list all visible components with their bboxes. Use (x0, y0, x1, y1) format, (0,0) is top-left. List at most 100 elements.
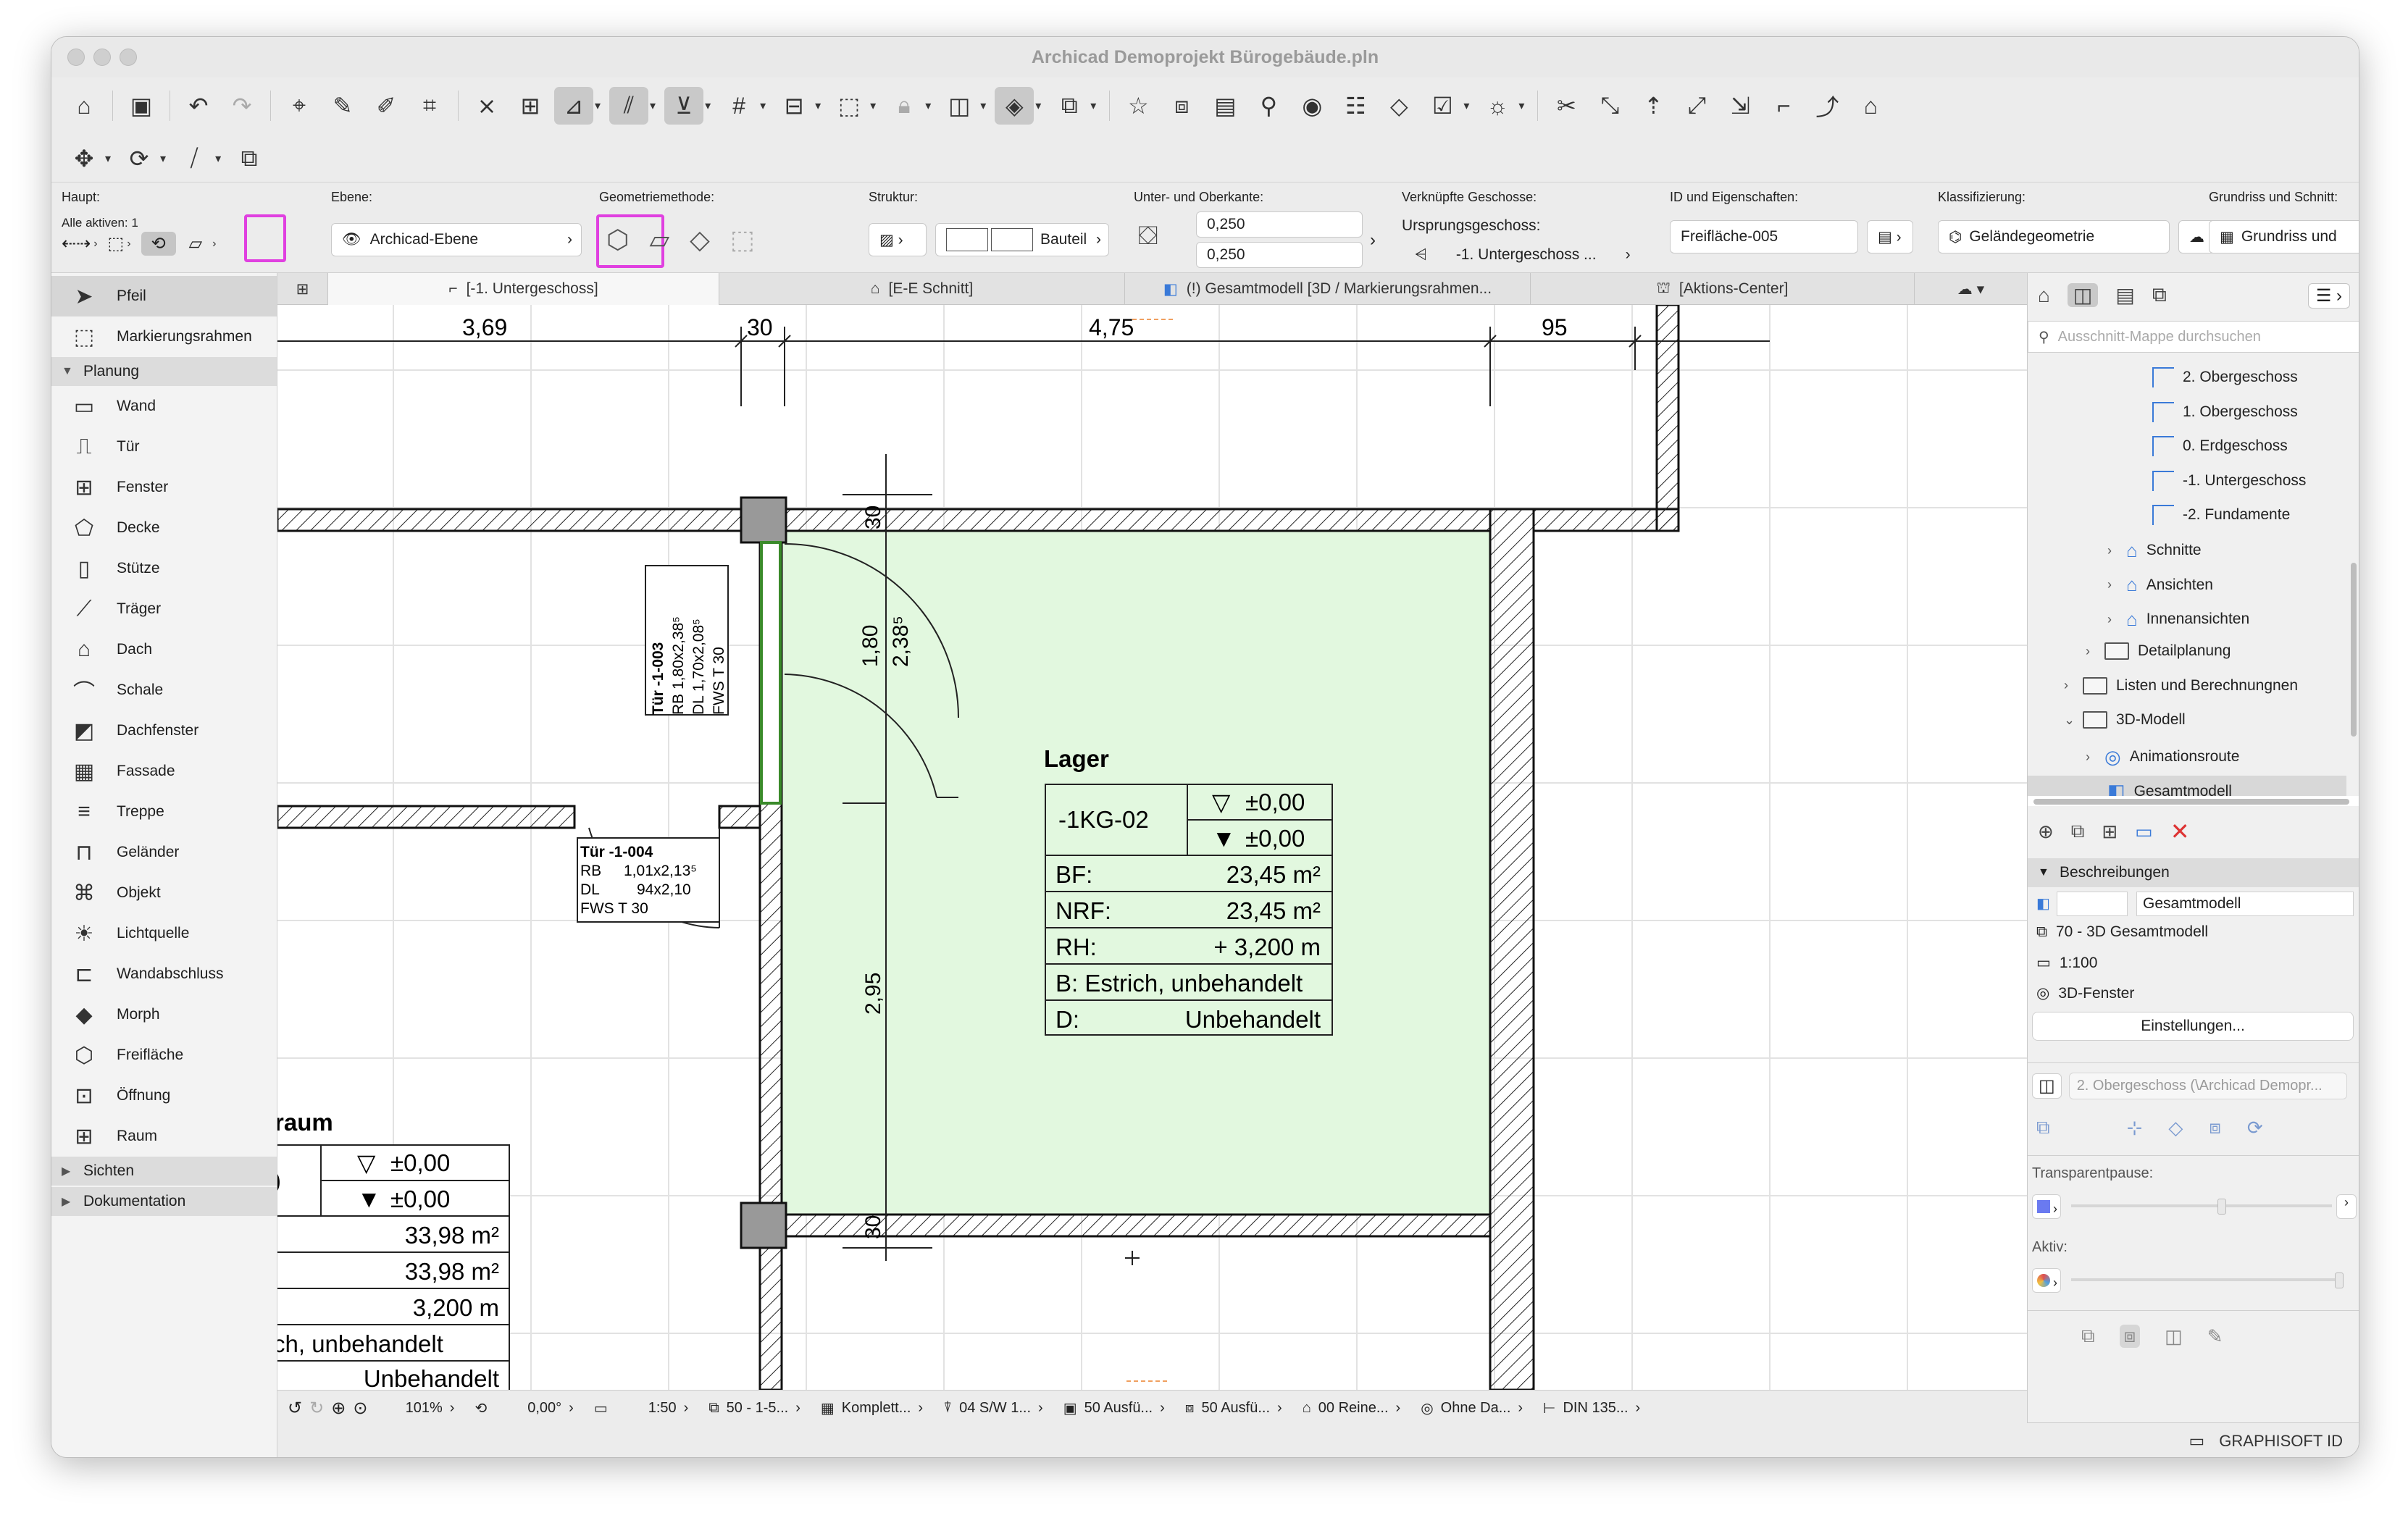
id-input[interactable]: Freifläche-005 (1670, 220, 1858, 253)
checklist-icon[interactable]: ☑ (1423, 87, 1462, 125)
new-folder-icon[interactable]: ⊞ (2102, 821, 2118, 843)
tool-fassade[interactable]: ▦ Fassade (51, 751, 277, 792)
redo-icon[interactable]: ↷ (222, 87, 262, 125)
find-select-icon[interactable]: ⌖ (280, 87, 319, 125)
undo-zoom-icon[interactable]: ↺ (288, 1398, 302, 1419)
view-map-item[interactable]: -1. Untergeschoss (2152, 470, 2306, 491)
rotation-control[interactable]: ⟲ 0,00° › (464, 1399, 583, 1417)
magic-wand-icon[interactable]: ⌗ (410, 87, 449, 125)
structure-type-select[interactable]: ▨ › (869, 223, 927, 256)
trace-refresh-icon[interactable]: ⟳ (2247, 1117, 2263, 1139)
tab-overview-icon[interactable]: ⊞ (277, 273, 328, 305)
group-icon[interactable]: ◫ (940, 87, 979, 125)
graphic-override-control[interactable]: ◎ Ohne Da... › (1410, 1399, 1533, 1417)
freeform-icon[interactable]: ▱ (182, 232, 209, 256)
trace-rotate-icon[interactable]: ⊹ (2127, 1117, 2143, 1139)
view-map-item[interactable]: › ⌂ Ansichten (2107, 574, 2213, 596)
measure-icon[interactable]: ⊞ (511, 87, 550, 125)
chevron-right-icon[interactable]: › (2336, 1194, 2357, 1219)
chevron-down-icon[interactable]: ▾ (215, 151, 221, 166)
gravity-icon[interactable]: ⊻ (664, 87, 704, 125)
bottom-offset-input[interactable]: 0,250 (1196, 242, 1363, 268)
chevron-right-icon[interactable]: › (1370, 230, 1376, 251)
favorites-icon[interactable]: ☆ (1119, 87, 1158, 125)
home-story-value[interactable]: -1. Untergeschoss ... (1456, 246, 1597, 264)
settings-button[interactable]: Einstellungen... (2032, 1012, 2354, 1041)
view-map-item[interactable]: 2. Obergeschoss (2152, 367, 2298, 387)
chevron-down-icon[interactable]: ▾ (870, 98, 876, 113)
trace-icon[interactable]: ⨯ (467, 87, 506, 125)
tool-dach[interactable]: ⌂ Dach (51, 629, 277, 670)
chevron-down-icon[interactable]: ▾ (595, 98, 601, 113)
tab-untergeschoss[interactable]: ⌐ [-1. Untergeschoss] (328, 273, 719, 305)
tool-pfeil[interactable]: ➤ Pfeil (51, 276, 277, 316)
tool-morph[interactable]: ◆ Morph (51, 994, 277, 1035)
delete-icon[interactable]: ✕ (2170, 818, 2190, 845)
trace-edit-icon[interactable]: ✎ (2207, 1325, 2223, 1348)
redo-zoom-icon[interactable]: ↻ (309, 1398, 324, 1419)
chevron-down-icon[interactable]: ▾ (105, 151, 111, 166)
view-map-item[interactable]: › ⌂ Schnitte (2107, 540, 2202, 562)
move-icon[interactable]: ✥ (64, 140, 104, 177)
clone-view-icon[interactable]: ⧉ (2071, 820, 2085, 843)
zoom-value[interactable]: 101% › (377, 1400, 464, 1417)
selection-icon[interactable]: ⬚ (829, 87, 869, 125)
tool-stuetze[interactable]: ▯ Stütze (51, 548, 277, 589)
view-map-item[interactable]: › Listen und Berechnungnen (2064, 676, 2298, 695)
layer-select[interactable]: 👁︎ Archicad-Ebene › (331, 223, 582, 256)
chevron-down-icon[interactable]: ▾ (705, 98, 711, 113)
tab-gesamtmodell[interactable]: ◧ (!) Gesamtmodell [3D / Markierungsrahme… (1125, 273, 1531, 305)
partial-structure-control[interactable]: ⧈ 50 Ausfü... › (1175, 1400, 1292, 1417)
tab-schnitt[interactable]: ⌂ [E-E Schnitt] (719, 273, 1125, 305)
chevron-down-icon[interactable]: ▾ (1035, 98, 1041, 113)
navigator-menu-button[interactable]: ☰ › (2307, 283, 2350, 309)
group-planung[interactable]: ▼ Planung (51, 357, 277, 386)
grid-snap-icon[interactable]: # (719, 87, 758, 125)
adjust-icon[interactable]: ⤡ (1590, 87, 1629, 125)
trace-display-icon[interactable]: ⧈ (2119, 1325, 2141, 1348)
view-map-item[interactable]: › ◎ Animationsroute (2086, 746, 2239, 768)
copy-icon[interactable]: ⧉ (230, 140, 269, 177)
tool-treppe[interactable]: ≡ Treppe (51, 792, 277, 832)
view-map-item[interactable]: 0. Erdgeschoss (2152, 436, 2288, 456)
view-name-input[interactable]: Gesamtmodell (2136, 892, 2354, 916)
zoom-window-button[interactable] (120, 49, 137, 66)
tool-fenster[interactable]: ⊞ Fenster (51, 467, 277, 508)
reference-select[interactable]: 2. Obergeschoss (\Archicad Demopr... (2068, 1073, 2347, 1099)
active-slider-thumb[interactable] (2335, 1272, 2344, 1288)
project-map-icon[interactable]: ⌂ (2038, 284, 2050, 307)
tool-lichtquelle[interactable]: ☀︎ Lichtquelle (51, 913, 277, 954)
layers-icon[interactable]: ⧉ (1050, 87, 1089, 125)
structure-display-control[interactable]: ▣ 50 Ausfü... › (1053, 1399, 1175, 1417)
resize-icon[interactable]: ⤢ (1677, 87, 1716, 125)
chevron-down-icon[interactable]: ▾ (1463, 98, 1469, 113)
schedule-icon[interactable]: ☷ (1336, 87, 1375, 125)
trace-reset-icon[interactable]: ◇ (2168, 1117, 2183, 1139)
floor-plan-canvas[interactable]: 3,69 30 4,75 95 30 30 1,80 2,38⁵ 2,95 Tü… (277, 305, 2027, 1390)
split-icon[interactable]: ✂ (1547, 87, 1586, 125)
mirror-icon[interactable]: ⧸ (175, 140, 214, 177)
fillet-icon[interactable]: ⌐ (1764, 87, 1803, 125)
tool-wandabschluss[interactable]: ⊏ Wandabschluss (51, 954, 277, 994)
element-transfer-icon[interactable]: ⧈ (1162, 87, 1201, 125)
vertical-scrollbar[interactable] (2351, 563, 2357, 737)
pen-set-control[interactable]: ▦ Komplett... › (811, 1399, 933, 1417)
chevron-down-icon[interactable]: ▾ (760, 98, 766, 113)
chevron-down-icon[interactable]: ▾ (815, 98, 821, 113)
chevron-down-icon[interactable]: ▾ (1518, 98, 1524, 113)
editing-plane-icon[interactable]: ⊟ (774, 87, 814, 125)
tool-decke[interactable]: ⬠ Decke (51, 508, 277, 548)
layout-book-icon[interactable]: ▤ (2115, 283, 2134, 307)
close-window-button[interactable] (67, 49, 85, 66)
elevate-icon[interactable]: ⇡ (1634, 87, 1673, 125)
fit-in-window-icon[interactable]: ⊙ (353, 1398, 367, 1419)
show-trace-icon[interactable]: ⧉ (2081, 1325, 2095, 1348)
chevron-right-icon[interactable]: › (93, 238, 97, 251)
view-map-item[interactable]: -2. Fundamente (2152, 505, 2290, 525)
tool-oeffnung[interactable]: ⊡ Öffnung (51, 1075, 277, 1116)
beschreibungen-header[interactable]: ▼ Beschreibungen (2028, 858, 2359, 887)
grid-method-icon[interactable]: ⬚ (730, 225, 755, 255)
structure-select[interactable]: Bauteil › (935, 223, 1109, 256)
tool-dachfenster[interactable]: ◩ Dachfenster (51, 710, 277, 751)
search-field[interactable]: ⚲ Ausschnitt-Mappe durchsuchen (2028, 321, 2359, 353)
